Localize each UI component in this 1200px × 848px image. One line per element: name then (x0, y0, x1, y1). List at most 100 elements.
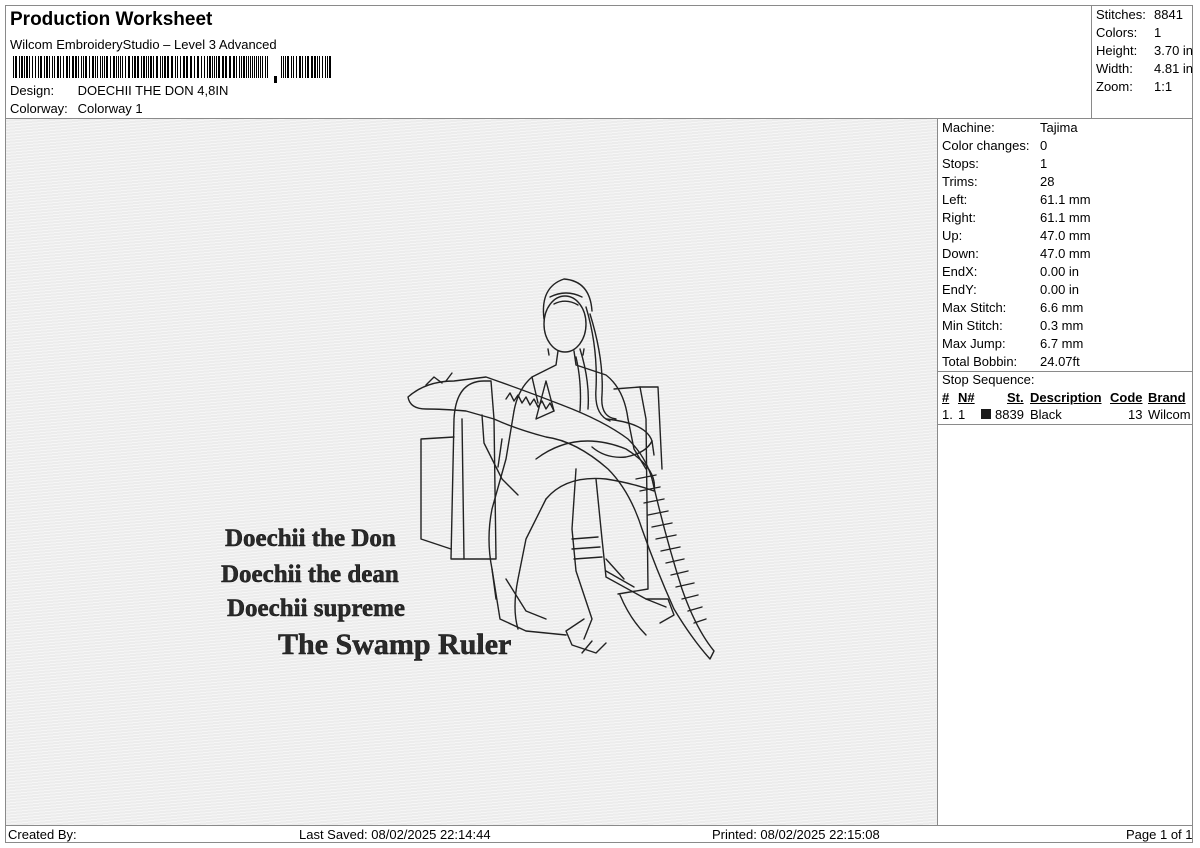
barcode-bar (302, 56, 303, 78)
barcode-bar (246, 56, 247, 78)
machine-stat-value: 47.0 mm (1040, 246, 1091, 261)
barcode-bar (104, 56, 105, 78)
row-number: 1. (942, 407, 953, 422)
row-needle: 1 (958, 407, 966, 422)
barcode-bar (317, 56, 318, 78)
barcode-bar (175, 56, 176, 78)
barcode-bar (212, 56, 213, 78)
lettering-line-3: Doechii supreme (227, 595, 405, 622)
design-preview: Doechii the Don Doechii the dean Doechii… (6, 119, 937, 825)
col-header-description: Description (1030, 390, 1102, 405)
machine-stat-label: EndX: (942, 264, 978, 279)
barcode-bar (229, 56, 231, 78)
barcode-bar (153, 56, 154, 78)
barcode-separator (274, 76, 277, 83)
barcode-bar (46, 56, 48, 78)
barcode-bar (291, 56, 292, 78)
barcode-bar (256, 56, 257, 78)
barcode-bar (183, 56, 185, 78)
machine-stat-label: Down: (942, 246, 979, 261)
barcode-bar (85, 56, 87, 78)
lettering-line-1: Doechii the Don (225, 525, 396, 552)
barcode-bar (293, 56, 294, 78)
zoom-label: Zoom: (1096, 79, 1133, 94)
barcode-bar (128, 56, 130, 78)
barcode-bar (267, 56, 268, 78)
barcode-bar (113, 56, 115, 78)
barcode-bar (13, 56, 14, 78)
barcode-bar (160, 56, 161, 78)
barcode-bar (148, 56, 149, 78)
barcode-bar (305, 56, 306, 78)
lettering-line-2: Doechii the dean (221, 561, 399, 588)
barcode-bar (285, 56, 286, 78)
barcode-bar (204, 56, 205, 78)
table-bottom-rule (938, 424, 1193, 425)
printed-date: Printed: 08/02/2025 22:15:08 (712, 827, 880, 842)
barcode-bar (209, 56, 211, 78)
barcode-bar (54, 56, 55, 78)
barcode-bar (92, 56, 94, 78)
barcode-bar (250, 56, 251, 78)
design-lettering: Doechii the Don Doechii the dean Doechii… (221, 525, 512, 662)
thread-color-swatch (981, 409, 991, 419)
barcode-bar (137, 56, 139, 78)
barcode-bar (164, 56, 166, 78)
barcode-bar (143, 56, 145, 78)
barcode-bar (329, 56, 331, 78)
barcode-bar (134, 56, 136, 78)
barcode-bar (233, 56, 235, 78)
barcode-bar (216, 56, 217, 78)
barcode-bar (239, 56, 240, 78)
barcode-bar (207, 56, 208, 78)
barcode-bar (120, 56, 121, 78)
barcode-bar (122, 56, 123, 78)
colorway-row: Colorway: Colorway 1 (10, 101, 143, 116)
machine-stat-label: Max Stitch: (942, 300, 1007, 315)
col-header-needle: N# (958, 390, 975, 405)
design-label: Design: (10, 83, 55, 98)
stitches-value: 8841 (1154, 7, 1183, 22)
figure-outline (407, 278, 715, 660)
barcode-bar (322, 56, 323, 78)
col-header-brand: Brand (1148, 390, 1186, 405)
stitches-label: Stitches: (1096, 7, 1146, 22)
barcode-bar (78, 56, 79, 78)
barcode-bar (319, 56, 320, 78)
barcode-bar (197, 56, 199, 78)
barcode-bar (118, 56, 119, 78)
barcode-bar (327, 56, 328, 78)
barcode-bar (29, 56, 30, 78)
machine-stat-value: 0.3 mm (1040, 318, 1084, 333)
embroidery-artwork: Doechii the Don Doechii the dean Doechii… (221, 278, 715, 662)
colors-label: Colors: (1096, 25, 1138, 40)
barcode-bar (162, 56, 163, 78)
row-code: 13 (1128, 407, 1143, 422)
barcode-bar (281, 56, 282, 78)
machine-stat-value: 47.0 mm (1040, 228, 1091, 243)
machine-stat-value: 0 (1040, 138, 1048, 153)
barcode-bar (66, 56, 68, 78)
barcode-bar (72, 56, 74, 78)
barcode-bar (252, 56, 253, 78)
barcode-bar (35, 56, 36, 78)
machine-stat-value: Tajima (1040, 120, 1078, 135)
barcode-bar (21, 56, 23, 78)
machine-stat-label: Color changes: (942, 138, 1030, 153)
barcode-bar (260, 56, 261, 78)
barcode-bar (146, 56, 147, 78)
machine-stat-value: 6.7 mm (1040, 336, 1084, 351)
row-stitches: 8839 (995, 407, 1024, 422)
machine-stat-value: 0.00 in (1040, 282, 1080, 297)
machine-stat-value: 24.07ft (1040, 354, 1080, 369)
barcode-bar (97, 56, 98, 78)
machine-stat-label: Min Stitch: (942, 318, 1003, 333)
barcode-bar (57, 56, 59, 78)
barcode-bar (177, 56, 178, 78)
barcode-bar (49, 56, 50, 78)
col-header-stitches: St. (1007, 390, 1024, 405)
worksheet-header: Production Worksheet Wilcom EmbroiderySt… (6, 6, 1091, 118)
barcode-bar (236, 56, 237, 78)
barcode-bar (287, 56, 289, 78)
barcode-bar (265, 56, 266, 78)
